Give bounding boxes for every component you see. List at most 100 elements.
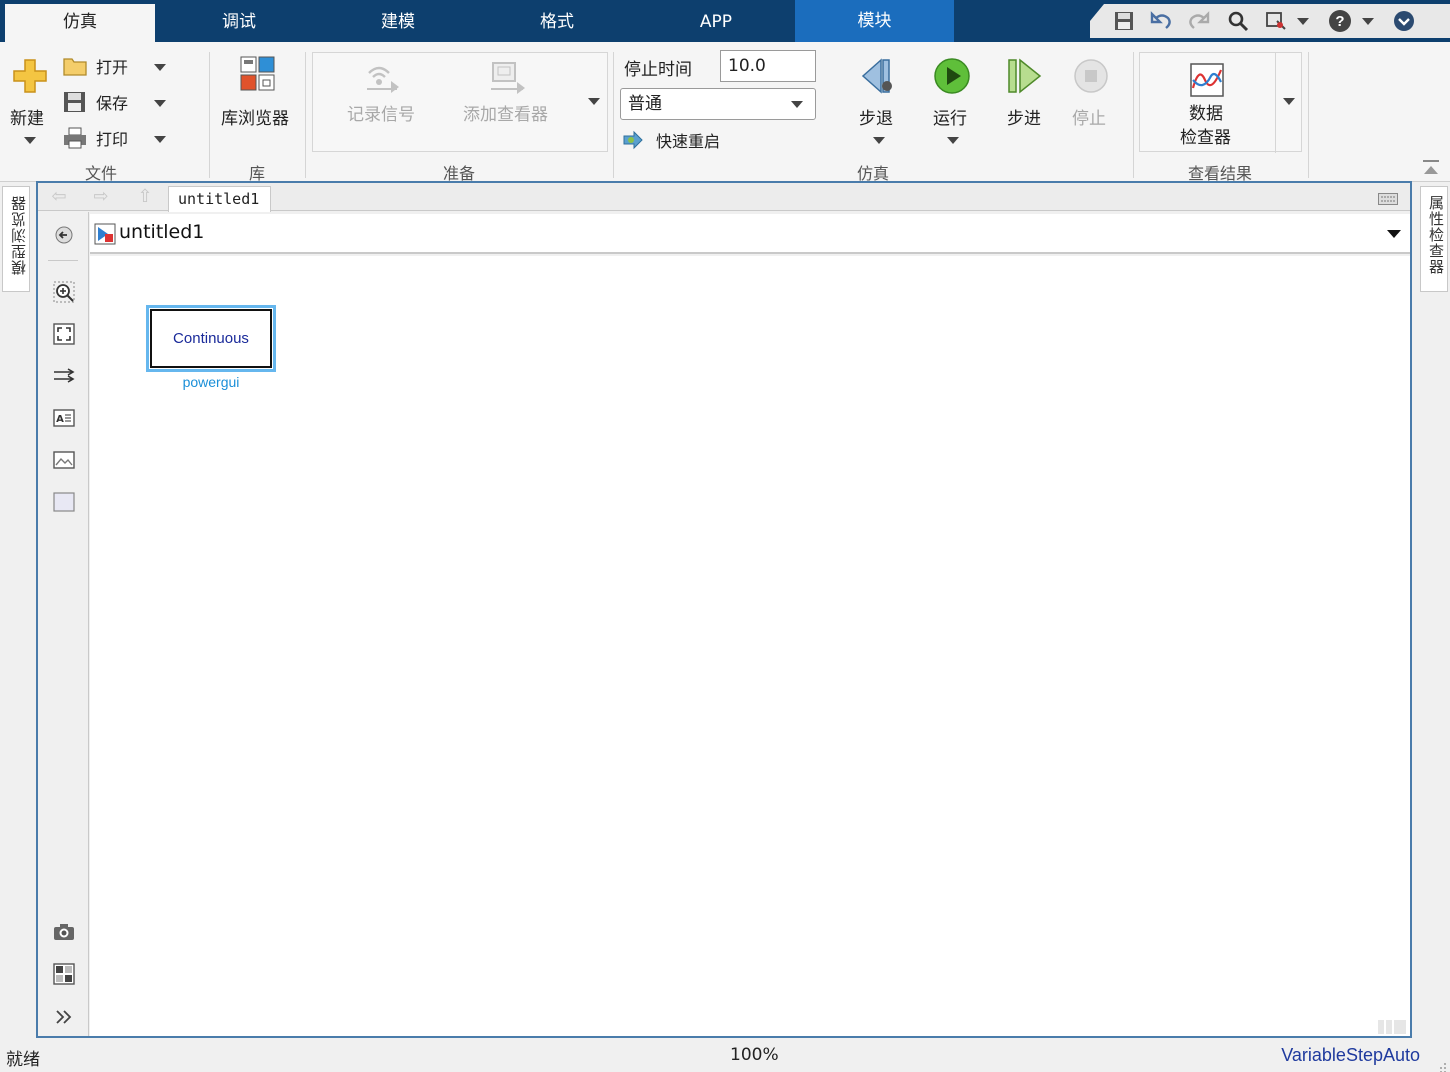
- ribbon: 新建 打开 保存 打印 文件 库浏览器 库 记录信号 添加查看器 准备 停止时间…: [0, 42, 1450, 183]
- print-menu-caret-icon[interactable]: [154, 136, 166, 143]
- resize-grip-icon[interactable]: [1378, 1019, 1408, 1038]
- signal-arrows-icon[interactable]: [52, 365, 76, 387]
- image-icon[interactable]: [52, 449, 76, 471]
- new-button-label[interactable]: 新建: [10, 104, 44, 129]
- folder-icon: [63, 58, 87, 76]
- model-browser-tab[interactable]: 模型浏览器: [2, 186, 30, 292]
- search-icon[interactable]: [1224, 8, 1252, 34]
- tab-modeling[interactable]: 建模: [323, 4, 473, 42]
- prepare-gallery-expand-icon[interactable]: [588, 98, 600, 105]
- keyboard-icon[interactable]: [1378, 190, 1398, 209]
- step-forward-icon[interactable]: [1006, 57, 1044, 99]
- zoom-level[interactable]: 100%: [730, 1045, 779, 1065]
- data-inspector-label-line1[interactable]: 数据: [1189, 99, 1223, 124]
- quick-access-toolbar: ?: [1090, 4, 1450, 38]
- floppy-icon: [64, 92, 85, 112]
- run-label[interactable]: 运行: [933, 104, 967, 129]
- step-back-icon[interactable]: [859, 57, 897, 99]
- camera-icon[interactable]: [52, 921, 76, 943]
- add-viewer-icon[interactable]: [489, 61, 527, 101]
- step-forward-label[interactable]: 步进: [1007, 104, 1041, 129]
- tab-debug[interactable]: 调试: [164, 4, 314, 42]
- open-menu-caret-icon[interactable]: [154, 64, 166, 71]
- model-address-bar[interactable]: untitled1: [90, 214, 1410, 254]
- save-button[interactable]: 保存: [62, 88, 128, 116]
- property-inspector-tab[interactable]: 属性检查器: [1420, 186, 1448, 292]
- powergui-block[interactable]: Continuous: [146, 305, 276, 372]
- area-icon[interactable]: [52, 491, 76, 513]
- help-menu-caret-icon[interactable]: [1362, 18, 1374, 25]
- expand-toolbar-icon[interactable]: [52, 1006, 76, 1028]
- window-resize-grip-icon[interactable]: [1438, 1058, 1448, 1072]
- save-icon[interactable]: [1110, 8, 1138, 34]
- simulation-mode-select[interactable]: 普通: [620, 88, 816, 120]
- redo-icon[interactable]: [1184, 8, 1212, 34]
- diagram-canvas[interactable]: Continuous powergui: [90, 256, 1410, 1036]
- log-signals-label[interactable]: 记录信号: [347, 100, 415, 125]
- tab-simulation[interactable]: 仿真: [5, 4, 155, 42]
- step-back-label[interactable]: 步退: [859, 104, 893, 129]
- data-inspector-label-line2[interactable]: 检查器: [1180, 123, 1231, 148]
- stop-time-label: 停止时间: [624, 60, 692, 80]
- block-name-label[interactable]: powergui: [146, 374, 276, 390]
- stop-label[interactable]: 停止: [1072, 104, 1106, 129]
- fit-to-view-icon[interactable]: [52, 323, 76, 345]
- stop-time-input[interactable]: 10.0: [720, 50, 816, 82]
- status-text: 就绪: [6, 1050, 40, 1070]
- review-gallery-expand-icon[interactable]: [1283, 98, 1295, 105]
- back-arrow-icon[interactable]: ⇦: [48, 187, 70, 207]
- model-browser-label: 模型浏览器: [10, 195, 28, 275]
- annotation-icon[interactable]: A: [52, 407, 76, 429]
- address-dropdown-icon[interactable]: [1387, 230, 1401, 238]
- help-icon[interactable]: ?: [1326, 8, 1354, 34]
- group-divider: [1133, 52, 1134, 178]
- open-label: 打开: [96, 58, 129, 77]
- tab-block[interactable]: 模块: [795, 0, 954, 42]
- collapse-ribbon-icon[interactable]: [1422, 158, 1440, 182]
- save-menu-caret-icon[interactable]: [154, 100, 166, 107]
- fast-restart-button[interactable]: 快速重启: [622, 126, 720, 154]
- model-tab[interactable]: untitled1: [168, 186, 271, 212]
- palette-toolbar: A: [38, 212, 89, 1036]
- stop-icon[interactable]: [1073, 58, 1109, 98]
- new-menu-caret-icon[interactable]: [24, 137, 36, 144]
- print-button[interactable]: 打印: [62, 124, 128, 152]
- library-browser-label[interactable]: 库浏览器: [221, 104, 289, 129]
- simulation-mode-value: 普通: [628, 94, 662, 114]
- block-text: Continuous: [173, 330, 249, 347]
- solver-link[interactable]: VariableStepAuto: [1281, 1045, 1420, 1066]
- print-label: 打印: [96, 130, 129, 149]
- log-signals-icon[interactable]: [363, 59, 401, 99]
- pin-icon[interactable]: [1262, 8, 1290, 34]
- new-icon[interactable]: [12, 58, 48, 98]
- data-inspector-icon[interactable]: [1189, 62, 1225, 102]
- fast-restart-icon: [623, 130, 643, 150]
- chevron-down-icon: [791, 101, 803, 108]
- svg-text:?: ?: [1335, 13, 1344, 30]
- group-divider: [613, 52, 614, 178]
- pin-menu-caret-icon[interactable]: [1297, 18, 1309, 25]
- block-body[interactable]: Continuous: [150, 309, 272, 368]
- tab-format[interactable]: 格式: [482, 4, 632, 42]
- fast-restart-label: 快速重启: [656, 132, 721, 151]
- group-divider: [305, 52, 306, 178]
- add-viewer-label[interactable]: 添加查看器: [463, 100, 548, 125]
- zoom-in-icon[interactable]: [52, 281, 76, 303]
- forward-arrow-icon[interactable]: ⇨: [90, 187, 112, 207]
- library-browser-icon[interactable]: [240, 56, 276, 96]
- run-caret-icon[interactable]: [947, 137, 959, 144]
- run-icon[interactable]: [933, 57, 971, 99]
- step-back-caret-icon[interactable]: [873, 137, 885, 144]
- property-panel-icon[interactable]: [52, 963, 76, 985]
- save-label: 保存: [96, 94, 129, 113]
- prepare-gallery: 记录信号 添加查看器: [312, 52, 608, 152]
- tab-apps[interactable]: APP: [641, 4, 791, 42]
- up-arrow-icon[interactable]: ⇧: [134, 187, 156, 207]
- model-icon: [94, 223, 116, 249]
- hide-explorer-icon[interactable]: [52, 224, 76, 246]
- status-bar: 就绪 100% VariableStepAuto: [0, 1040, 1450, 1072]
- open-button[interactable]: 打开: [62, 52, 128, 80]
- editor-nav-strip: ⇦ ⇨ ⇧ untitled1: [38, 183, 1410, 212]
- collapse-icon[interactable]: [1390, 8, 1418, 34]
- undo-icon[interactable]: [1148, 8, 1176, 34]
